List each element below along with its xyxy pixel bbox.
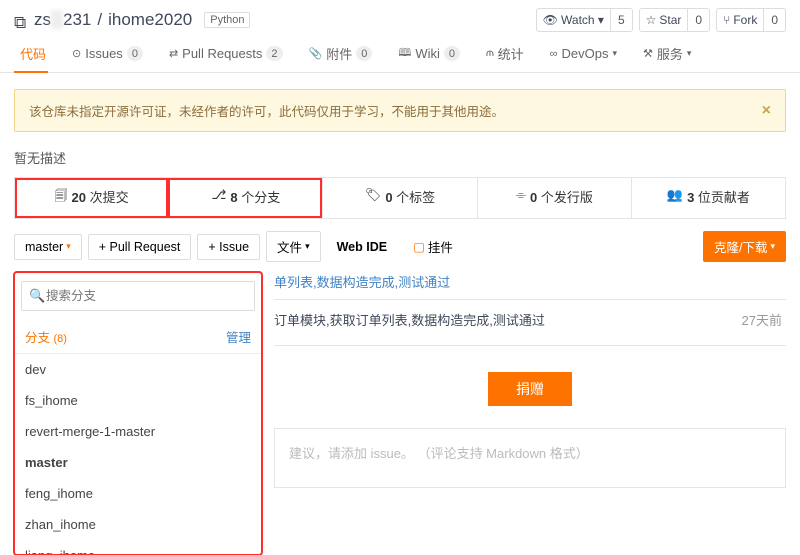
nav-附件[interactable]: 📎附件0: [307, 38, 375, 72]
commit-message: 订单模块,获取订单列表,数据构造完成,测试通过: [274, 310, 545, 329]
fork-button[interactable]: ⑂ Fork0: [716, 8, 786, 32]
branch-item[interactable]: master: [15, 447, 261, 478]
nav-DevOps[interactable]: ∞DevOps▾: [548, 38, 619, 72]
manage-branches-link[interactable]: 管理: [226, 327, 251, 346]
stat-item[interactable]: ⌯ 0 个发行版: [477, 178, 631, 218]
comment-box[interactable]: 建议，请添加 issue。 （评论支持 Markdown 格式）: [274, 428, 786, 488]
branch-item[interactable]: liang_ihome: [15, 540, 261, 554]
nav-Issues[interactable]: ⊙Issues0: [70, 38, 145, 72]
stat-item[interactable]: 🗐 20 次提交: [15, 178, 168, 218]
nav-Wiki[interactable]: 🕮Wiki0: [396, 38, 462, 72]
files-button[interactable]: 文件▾: [266, 231, 321, 262]
stat-item[interactable]: 🏷 0 个标签: [322, 178, 476, 218]
donate-button[interactable]: 捐赠: [488, 372, 572, 406]
owner-link[interactable]: zs231: [34, 10, 91, 30]
stat-item[interactable]: ⎇ 8 个分支: [168, 178, 322, 218]
nav-服务[interactable]: ⚒服务▾: [641, 38, 693, 72]
branch-item[interactable]: feng_ihome: [15, 478, 261, 509]
branch-select[interactable]: master▾: [14, 234, 82, 260]
repo-stats: 🗐 20 次提交⎇ 8 个分支🏷 0 个标签⌯ 0 个发行版👥 3 位贡献者: [14, 177, 786, 219]
star-button[interactable]: ☆ Star0: [639, 8, 710, 32]
commit-title-link[interactable]: 单列表,数据构造完成,测试通过: [274, 272, 786, 300]
commit-time: 27天前: [742, 310, 786, 329]
branch-item[interactable]: revert-merge-1-master: [15, 416, 261, 447]
repo-link[interactable]: ihome2020: [108, 10, 192, 30]
language-badge: Python: [204, 12, 250, 28]
web-ide-button[interactable]: Web IDE: [327, 235, 397, 259]
branch-item[interactable]: zhan_ihome: [15, 509, 261, 540]
new-issue-button[interactable]: + Issue: [197, 234, 260, 260]
branch-item[interactable]: dev: [15, 354, 261, 385]
bookmark-icon: ▢: [413, 239, 425, 254]
nav-Pull Requests[interactable]: ⇄Pull Requests2: [167, 38, 285, 72]
new-pr-button[interactable]: + Pull Request: [88, 234, 192, 260]
clone-download-button[interactable]: 克隆/下载▾: [703, 231, 786, 262]
branch-dropdown: 🔍 分支 (8) 管理 devfs_ihomerevert-merge-1-ma…: [14, 272, 262, 555]
repo-icon: ⧉: [14, 13, 28, 27]
search-icon: 🔍: [29, 288, 45, 304]
breadcrumb: ⧉ zs231 / ihome2020 Python: [14, 10, 250, 30]
nav-代码[interactable]: 代码: [14, 38, 48, 72]
repo-nav: 代码 ⊙Issues0 ⇄Pull Requests2 📎附件0 🕮Wiki0 ⫙统计 ∞D…: [0, 38, 800, 73]
branch-search-input[interactable]: [21, 281, 255, 311]
watch-button[interactable]: 👁 Watch ▾5: [536, 8, 633, 32]
license-warning: 该仓库未指定开源许可证，未经作者的许可，此代码仅用于学习，不能用于其他用途。 ×: [14, 89, 786, 132]
close-icon[interactable]: ×: [762, 102, 771, 120]
stat-item[interactable]: 👥 3 位贡献者: [631, 178, 785, 218]
widget-button[interactable]: ▢ 挂件: [403, 232, 463, 261]
nav-统计[interactable]: ⫙统计: [484, 38, 526, 72]
repo-description: 暂无描述: [0, 144, 800, 177]
branch-item[interactable]: fs_ihome: [15, 385, 261, 416]
